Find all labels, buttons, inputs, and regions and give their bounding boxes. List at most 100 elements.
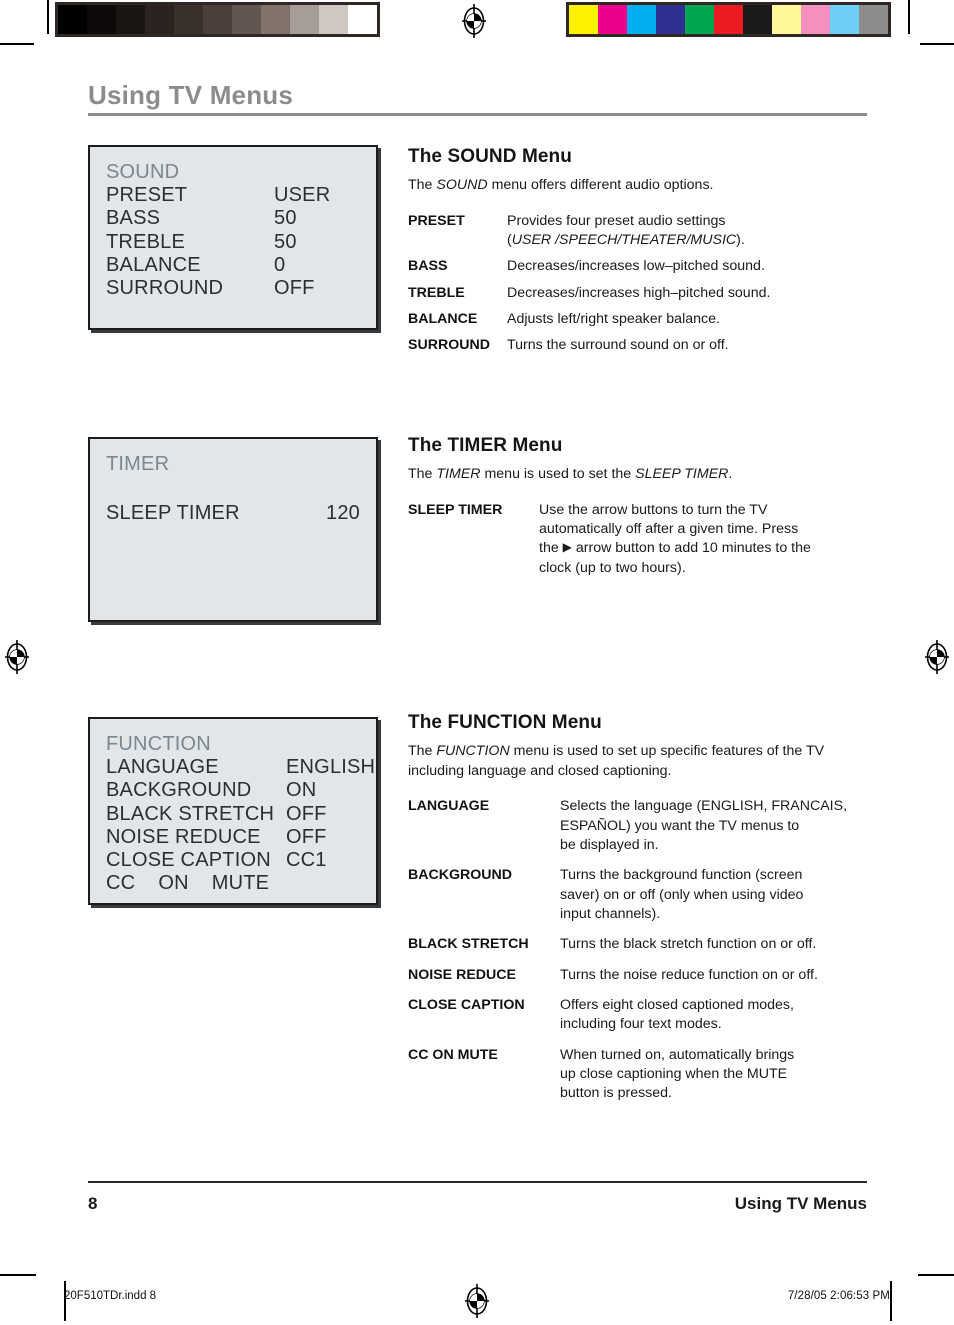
definition-list: LANGUAGE Selects the language (ENGLISH, … <box>408 797 870 1103</box>
osd-title-sound: SOUND <box>106 161 180 183</box>
osd-title-timer: TIMER <box>106 453 170 475</box>
crop-mark-top-left-vertical <box>47 0 49 34</box>
slug-timestamp: 7/28/05 2:06:53 PM <box>787 1290 890 1302</box>
definition-description: Decreases/increases low–pitched sound. <box>507 258 765 275</box>
slug-filename: 20F510TDr.indd 8 <box>64 1290 157 1302</box>
color-calibration-strip <box>566 2 891 37</box>
definition-item: CLOSE CAPTION Offers eight closed captio… <box>408 996 870 1035</box>
definition-term: NOISE REDUCE <box>408 966 516 983</box>
definition-description: When turned on, automatically brings up c… <box>560 1046 795 1102</box>
registration-target-icon-left <box>2 638 32 676</box>
color-swatch-3 <box>656 5 685 34</box>
section-heading: The TIMER Menu <box>408 435 563 456</box>
osd-value: CC1 <box>286 848 327 871</box>
color-swatch-6 <box>743 5 772 34</box>
crop-mark-top-right-vertical <box>908 0 910 34</box>
section-heading: The FUNCTION Menu <box>408 712 602 733</box>
grayscale-calibration-strip <box>55 2 380 37</box>
osd-label: NOISE REDUCE <box>106 825 261 848</box>
osd-value: USER <box>274 184 331 207</box>
grayscale-swatch-6 <box>232 5 261 34</box>
definition-item: SURROUND Turns the surround sound on or … <box>408 336 868 355</box>
osd-label: PRESET <box>106 184 188 207</box>
color-swatch-8 <box>801 5 830 34</box>
grayscale-swatch-5 <box>203 5 232 34</box>
grayscale-swatch-3 <box>145 5 174 34</box>
definition-term: BLACK STRETCH <box>408 936 529 953</box>
osd-label: TREBLE <box>106 230 186 253</box>
page-title: Using TV Menus <box>88 80 294 110</box>
osd-value: 50 <box>274 230 297 253</box>
definition-term: BALANCE <box>408 311 478 328</box>
osd-row: TREBLE 50 <box>106 231 360 254</box>
grayscale-swatch-8 <box>290 5 319 34</box>
osd-preview-timer: TIMER SLEEP TIMER 120 <box>88 437 378 622</box>
definition-item: BACKGROUND Turns the background function… <box>408 866 870 924</box>
definition-term: TREBLE <box>408 284 465 301</box>
section-intro: The SOUND menu offers different audio op… <box>408 177 714 194</box>
definition-description: Offers eight closed captioned modes, incl… <box>560 996 794 1033</box>
definition-term: SURROUND <box>408 337 490 354</box>
color-swatch-5 <box>714 5 743 34</box>
osd-row: SLEEP TIMER 120 <box>106 502 360 525</box>
osd-value: ON <box>286 779 317 802</box>
osd-title-function: FUNCTION <box>106 733 211 755</box>
definition-item: TREBLE Decreases/increases high–pitched … <box>408 284 868 303</box>
grayscale-swatch-7 <box>261 5 290 34</box>
color-swatch-10 <box>859 5 888 34</box>
grayscale-swatch-1 <box>87 5 116 34</box>
definition-description: Adjusts left/right speaker balance. <box>507 311 720 328</box>
grayscale-swatch-4 <box>174 5 203 34</box>
definition-description: Turns the noise reduce function on or of… <box>560 966 818 983</box>
section-heading: The SOUND Menu <box>408 146 572 167</box>
osd-row: BACKGROUND ON <box>106 779 360 802</box>
osd-row: LANGUAGE ENGLISH <box>106 756 375 779</box>
definition-description: Selects the language (ENGLISH, FRANCAIS,… <box>560 798 848 854</box>
color-swatch-0 <box>569 5 598 34</box>
osd-label: SLEEP TIMER <box>106 502 240 525</box>
color-swatch-2 <box>627 5 656 34</box>
osd-label: SURROUND <box>106 276 224 299</box>
osd-value: OFF <box>274 276 315 299</box>
grayscale-swatch-10 <box>348 5 377 34</box>
crop-mark-bottom-right-horizontal <box>918 1274 954 1276</box>
footer-divider <box>88 1181 867 1183</box>
crop-mark-top-left-horizontal <box>0 43 34 45</box>
color-swatch-4 <box>685 5 714 34</box>
grayscale-swatch-0 <box>58 5 87 34</box>
definition-description: Turns the background function (screen sav… <box>560 867 804 923</box>
color-swatch-1 <box>598 5 627 34</box>
definition-list: PRESET Provides four preset audio settin… <box>408 212 868 356</box>
definition-term: PRESET <box>408 212 465 229</box>
osd-row: BALANCE 0 <box>106 254 360 277</box>
footer-running-title: Using TV Menus <box>734 1194 867 1213</box>
definition-item: SLEEP TIMER Use the arrow buttons to tur… <box>408 501 868 578</box>
osd-preview-function: FUNCTION LANGUAGE ENGLISH BACKGROUND ON … <box>88 717 378 905</box>
osd-row: CC ON MUTE <box>106 872 360 895</box>
color-swatch-7 <box>772 5 801 34</box>
osd-label: BACKGROUND <box>106 779 252 802</box>
osd-value: OFF <box>286 825 327 848</box>
osd-row: CLOSE CAPTION CC1 <box>106 849 360 872</box>
description-timer: The TIMER Menu The TIMER menu is used to… <box>408 435 868 585</box>
osd-label: BLACK STRETCH <box>106 802 275 825</box>
osd-value: OFF <box>286 802 327 825</box>
osd-preview-sound: SOUND PRESET USER BASS 50 TREBLE 50 BALA… <box>88 145 378 330</box>
definition-term: LANGUAGE <box>408 798 490 815</box>
description-function: The FUNCTION Menu The FUNCTION menu is u… <box>408 712 870 1115</box>
definition-item: LANGUAGE Selects the language (ENGLISH, … <box>408 797 870 855</box>
osd-row: PRESET USER <box>106 184 360 207</box>
header-divider <box>88 113 867 116</box>
definition-term: CLOSE CAPTION <box>408 996 525 1013</box>
registration-target-icon-top <box>459 2 489 40</box>
osd-row: BLACK STRETCH OFF <box>106 803 360 826</box>
definition-list: SLEEP TIMER Use the arrow buttons to tur… <box>408 501 868 578</box>
osd-label: CC ON MUTE <box>106 872 270 895</box>
registration-target-icon-right <box>922 638 952 676</box>
footer-page-number: 8 <box>88 1194 98 1213</box>
crop-mark-bottom-left-horizontal <box>0 1274 36 1276</box>
definition-item: NOISE REDUCE Turns the noise reduce func… <box>408 966 870 985</box>
prepress-slug-line: 20F510TDr.indd 8 7/28/05 2:06:53 PM <box>64 1290 890 1302</box>
osd-value: ENGLISH <box>286 756 376 779</box>
osd-label: CLOSE CAPTION <box>106 848 271 871</box>
